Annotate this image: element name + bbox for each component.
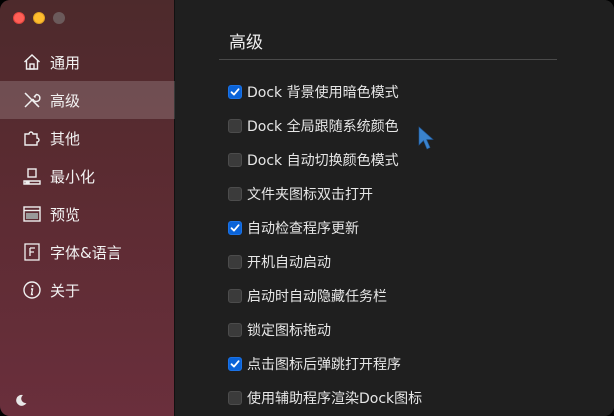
option-hide-taskbar-on-launch[interactable]: 启动时自动隐藏任务栏 bbox=[228, 279, 422, 313]
sidebar-item-label: 通用 bbox=[50, 53, 81, 72]
puzzle-icon bbox=[22, 128, 42, 148]
checkbox[interactable] bbox=[228, 85, 242, 99]
checkbox[interactable] bbox=[228, 119, 242, 133]
zoom-window-button[interactable] bbox=[53, 12, 65, 24]
title-divider bbox=[219, 59, 557, 60]
option-label: 文件夹图标双击打开 bbox=[247, 187, 373, 203]
sidebar-item-advanced[interactable]: 高级 bbox=[0, 81, 175, 119]
option-label: 开机自动启动 bbox=[247, 255, 331, 271]
sidebar-nav: 通用 高级 其他 最小化 预览 字体&语言 关于 bbox=[0, 43, 175, 309]
sidebar-item-general[interactable]: 通用 bbox=[0, 43, 175, 81]
sidebar-item-font-language[interactable]: 字体&语言 bbox=[0, 233, 175, 271]
option-label: 锁定图标拖动 bbox=[247, 323, 331, 339]
checkbox[interactable] bbox=[228, 255, 242, 269]
sidebar-item-label: 其他 bbox=[50, 129, 81, 148]
sidebar-item-label: 字体&语言 bbox=[50, 243, 122, 262]
option-launch-at-login[interactable]: 开机自动启动 bbox=[228, 245, 422, 279]
option-label: 启动时自动隐藏任务栏 bbox=[247, 289, 387, 305]
minimize-icon bbox=[22, 166, 42, 186]
checkbox[interactable] bbox=[228, 357, 242, 371]
option-label: Dock 背景使用暗色模式 bbox=[247, 85, 399, 101]
sidebar: 通用 高级 其他 最小化 预览 字体&语言 关于 bbox=[0, 0, 175, 416]
option-bounce-on-click[interactable]: 点击图标后弹跳打开程序 bbox=[228, 347, 422, 381]
sidebar-item-label: 关于 bbox=[50, 281, 81, 300]
preview-icon bbox=[22, 204, 42, 224]
checkbox[interactable] bbox=[228, 391, 242, 405]
checkbox[interactable] bbox=[228, 221, 242, 235]
checkmark-icon bbox=[230, 360, 240, 368]
mouse-pointer-icon bbox=[418, 126, 434, 150]
option-follow-system-color[interactable]: Dock 全局跟随系统颜色 bbox=[228, 109, 422, 143]
preferences-window: 通用 高级 其他 最小化 预览 字体&语言 关于 高级 Dock 背景使用暗色模… bbox=[0, 0, 614, 416]
option-lock-icon-drag[interactable]: 锁定图标拖动 bbox=[228, 313, 422, 347]
main-panel: 高级 Dock 背景使用暗色模式 Dock 全局跟随系统颜色 Dock 自动切换… bbox=[176, 0, 614, 416]
option-label: 使用辅助程序渲染Dock图标 bbox=[247, 391, 423, 407]
sidebar-item-preview[interactable]: 预览 bbox=[0, 195, 175, 233]
sidebar-item-label: 预览 bbox=[50, 205, 81, 224]
checkbox[interactable] bbox=[228, 153, 242, 167]
sidebar-item-other[interactable]: 其他 bbox=[0, 119, 175, 157]
sidebar-item-label: 高级 bbox=[50, 91, 81, 110]
minimize-window-button[interactable] bbox=[33, 12, 45, 24]
font-icon bbox=[22, 242, 42, 262]
sidebar-item-minimize[interactable]: 最小化 bbox=[0, 157, 175, 195]
sidebar-item-about[interactable]: 关于 bbox=[0, 271, 175, 309]
tools-icon bbox=[22, 90, 42, 110]
close-window-button[interactable] bbox=[13, 12, 25, 24]
home-icon bbox=[22, 52, 42, 72]
option-helper-render-icons[interactable]: 使用辅助程序渲染Dock图标 bbox=[228, 381, 422, 415]
option-auto-switch-color[interactable]: Dock 自动切换颜色模式 bbox=[228, 143, 422, 177]
checkbox[interactable] bbox=[228, 289, 242, 303]
option-auto-check-updates[interactable]: 自动检查程序更新 bbox=[228, 211, 422, 245]
checkmark-icon bbox=[230, 88, 240, 96]
checkbox[interactable] bbox=[228, 323, 242, 337]
checkbox[interactable] bbox=[228, 187, 242, 201]
sidebar-item-label: 最小化 bbox=[50, 167, 96, 186]
option-label: Dock 全局跟随系统颜色 bbox=[247, 119, 399, 135]
checkmark-icon bbox=[230, 224, 240, 232]
info-icon bbox=[22, 280, 42, 300]
option-label: 自动检查程序更新 bbox=[247, 221, 359, 237]
option-label: 点击图标后弹跳打开程序 bbox=[247, 357, 401, 373]
page-title: 高级 bbox=[229, 33, 263, 53]
option-folder-double-click[interactable]: 文件夹图标双击打开 bbox=[228, 177, 422, 211]
moon-icon[interactable] bbox=[14, 392, 28, 406]
scrollbar-track[interactable] bbox=[604, 0, 614, 416]
options-list: Dock 背景使用暗色模式 Dock 全局跟随系统颜色 Dock 自动切换颜色模… bbox=[228, 75, 422, 415]
option-dark-dock-background[interactable]: Dock 背景使用暗色模式 bbox=[228, 75, 422, 109]
window-controls bbox=[13, 12, 65, 24]
option-label: Dock 自动切换颜色模式 bbox=[247, 153, 399, 169]
